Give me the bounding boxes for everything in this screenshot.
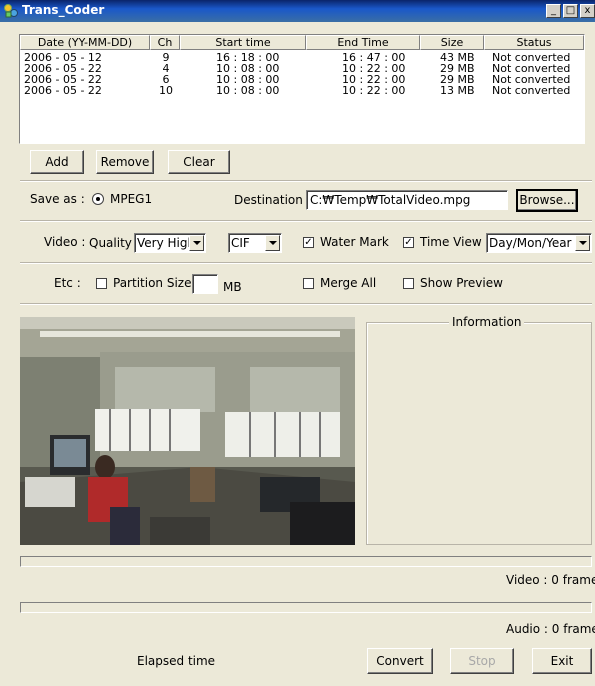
timeview-checkbox[interactable]: ✓ <box>403 237 414 248</box>
partition-checkbox[interactable] <box>96 278 107 289</box>
information-panel <box>366 322 592 545</box>
save-as-label: Save as : <box>30 192 85 206</box>
column-header[interactable]: Status <box>484 35 584 50</box>
divider <box>20 262 592 264</box>
stop-button[interactable]: Stop <box>450 648 514 674</box>
app-icon <box>4 4 18 18</box>
video-progress-bar <box>20 556 592 567</box>
chevron-down-icon[interactable] <box>189 235 204 251</box>
quality-value: Very High <box>137 236 196 250</box>
table-cell: 10 : 22 : 00 <box>342 84 406 97</box>
maximize-button[interactable]: □ <box>563 4 578 18</box>
column-header[interactable]: Date (YY-MM-DD) <box>20 35 150 50</box>
show-preview-label: Show Preview <box>420 276 503 290</box>
video-label: Video : <box>44 235 86 249</box>
column-header[interactable]: Ch <box>150 35 180 50</box>
timeview-value: Day/Mon/Year <box>489 236 572 250</box>
column-header[interactable]: End Time <box>306 35 420 50</box>
resolution-select[interactable]: CIF <box>228 233 282 253</box>
column-header[interactable]: Start time <box>180 35 306 50</box>
destination-field[interactable]: C:₩Temp₩TotalVideo.mpg <box>306 190 508 210</box>
merge-all-label: Merge All <box>320 276 377 290</box>
quality-label: Quality <box>89 236 132 250</box>
table-cell: 10 : 08 : 00 <box>216 84 280 97</box>
clear-button[interactable]: Clear <box>168 150 230 174</box>
table-cell: 10 <box>159 84 173 97</box>
table-cell: 2006 - 05 - 22 <box>24 84 102 97</box>
partition-unit: MB <box>223 280 242 294</box>
exit-button[interactable]: Exit <box>532 648 592 674</box>
mpeg1-radio[interactable] <box>92 193 104 205</box>
convert-button[interactable]: Convert <box>367 648 433 674</box>
close-button[interactable]: x <box>580 4 595 18</box>
minimize-button[interactable]: _ <box>546 4 561 18</box>
resolution-value: CIF <box>231 236 250 250</box>
divider <box>20 180 592 182</box>
show-preview-checkbox[interactable] <box>403 278 414 289</box>
mpeg1-label: MPEG1 <box>110 192 153 206</box>
column-header[interactable]: Size <box>420 35 484 50</box>
video-frames-label: Video : 0 frames <box>506 573 595 587</box>
browse-button[interactable]: Browse... <box>516 189 578 212</box>
information-title: Information <box>449 315 525 329</box>
divider <box>20 303 592 305</box>
audio-progress-bar <box>20 602 592 613</box>
watermark-checkbox[interactable]: ✓ <box>303 237 314 248</box>
partition-label: Partition Size <box>113 276 192 290</box>
elapsed-time-label: Elapsed time <box>137 654 216 668</box>
table-cell: 13 MB <box>440 84 475 97</box>
add-button[interactable]: Add <box>30 150 84 174</box>
quality-select[interactable]: Very High <box>134 233 206 253</box>
merge-all-checkbox[interactable] <box>303 278 314 289</box>
window-title: Trans_Coder <box>22 3 105 17</box>
timeview-label: Time View <box>420 235 482 249</box>
partition-size-input[interactable] <box>192 274 218 294</box>
watermark-label: Water Mark <box>320 235 389 249</box>
table-row[interactable]: 2006 - 05 - 22 10 10 : 08 : 00 10 : 22 : 00… <box>20 85 584 96</box>
remove-button[interactable]: Remove <box>96 150 154 174</box>
etc-label: Etc : <box>54 276 81 290</box>
table-cell: Not converted <box>492 84 571 97</box>
title-bar: Trans_Coder _ □ x <box>0 0 595 22</box>
file-list[interactable]: Date (YY-MM-DD) Ch Start time End Time Size S… <box>19 34 585 144</box>
audio-frames-label: Audio : 0 frames <box>506 622 595 636</box>
divider <box>20 220 592 222</box>
timeview-select[interactable]: Day/Mon/Year <box>486 233 592 253</box>
chevron-down-icon[interactable] <box>265 235 280 251</box>
destination-label: Destination <box>234 193 303 207</box>
video-preview <box>20 317 355 545</box>
chevron-down-icon[interactable] <box>575 235 590 251</box>
